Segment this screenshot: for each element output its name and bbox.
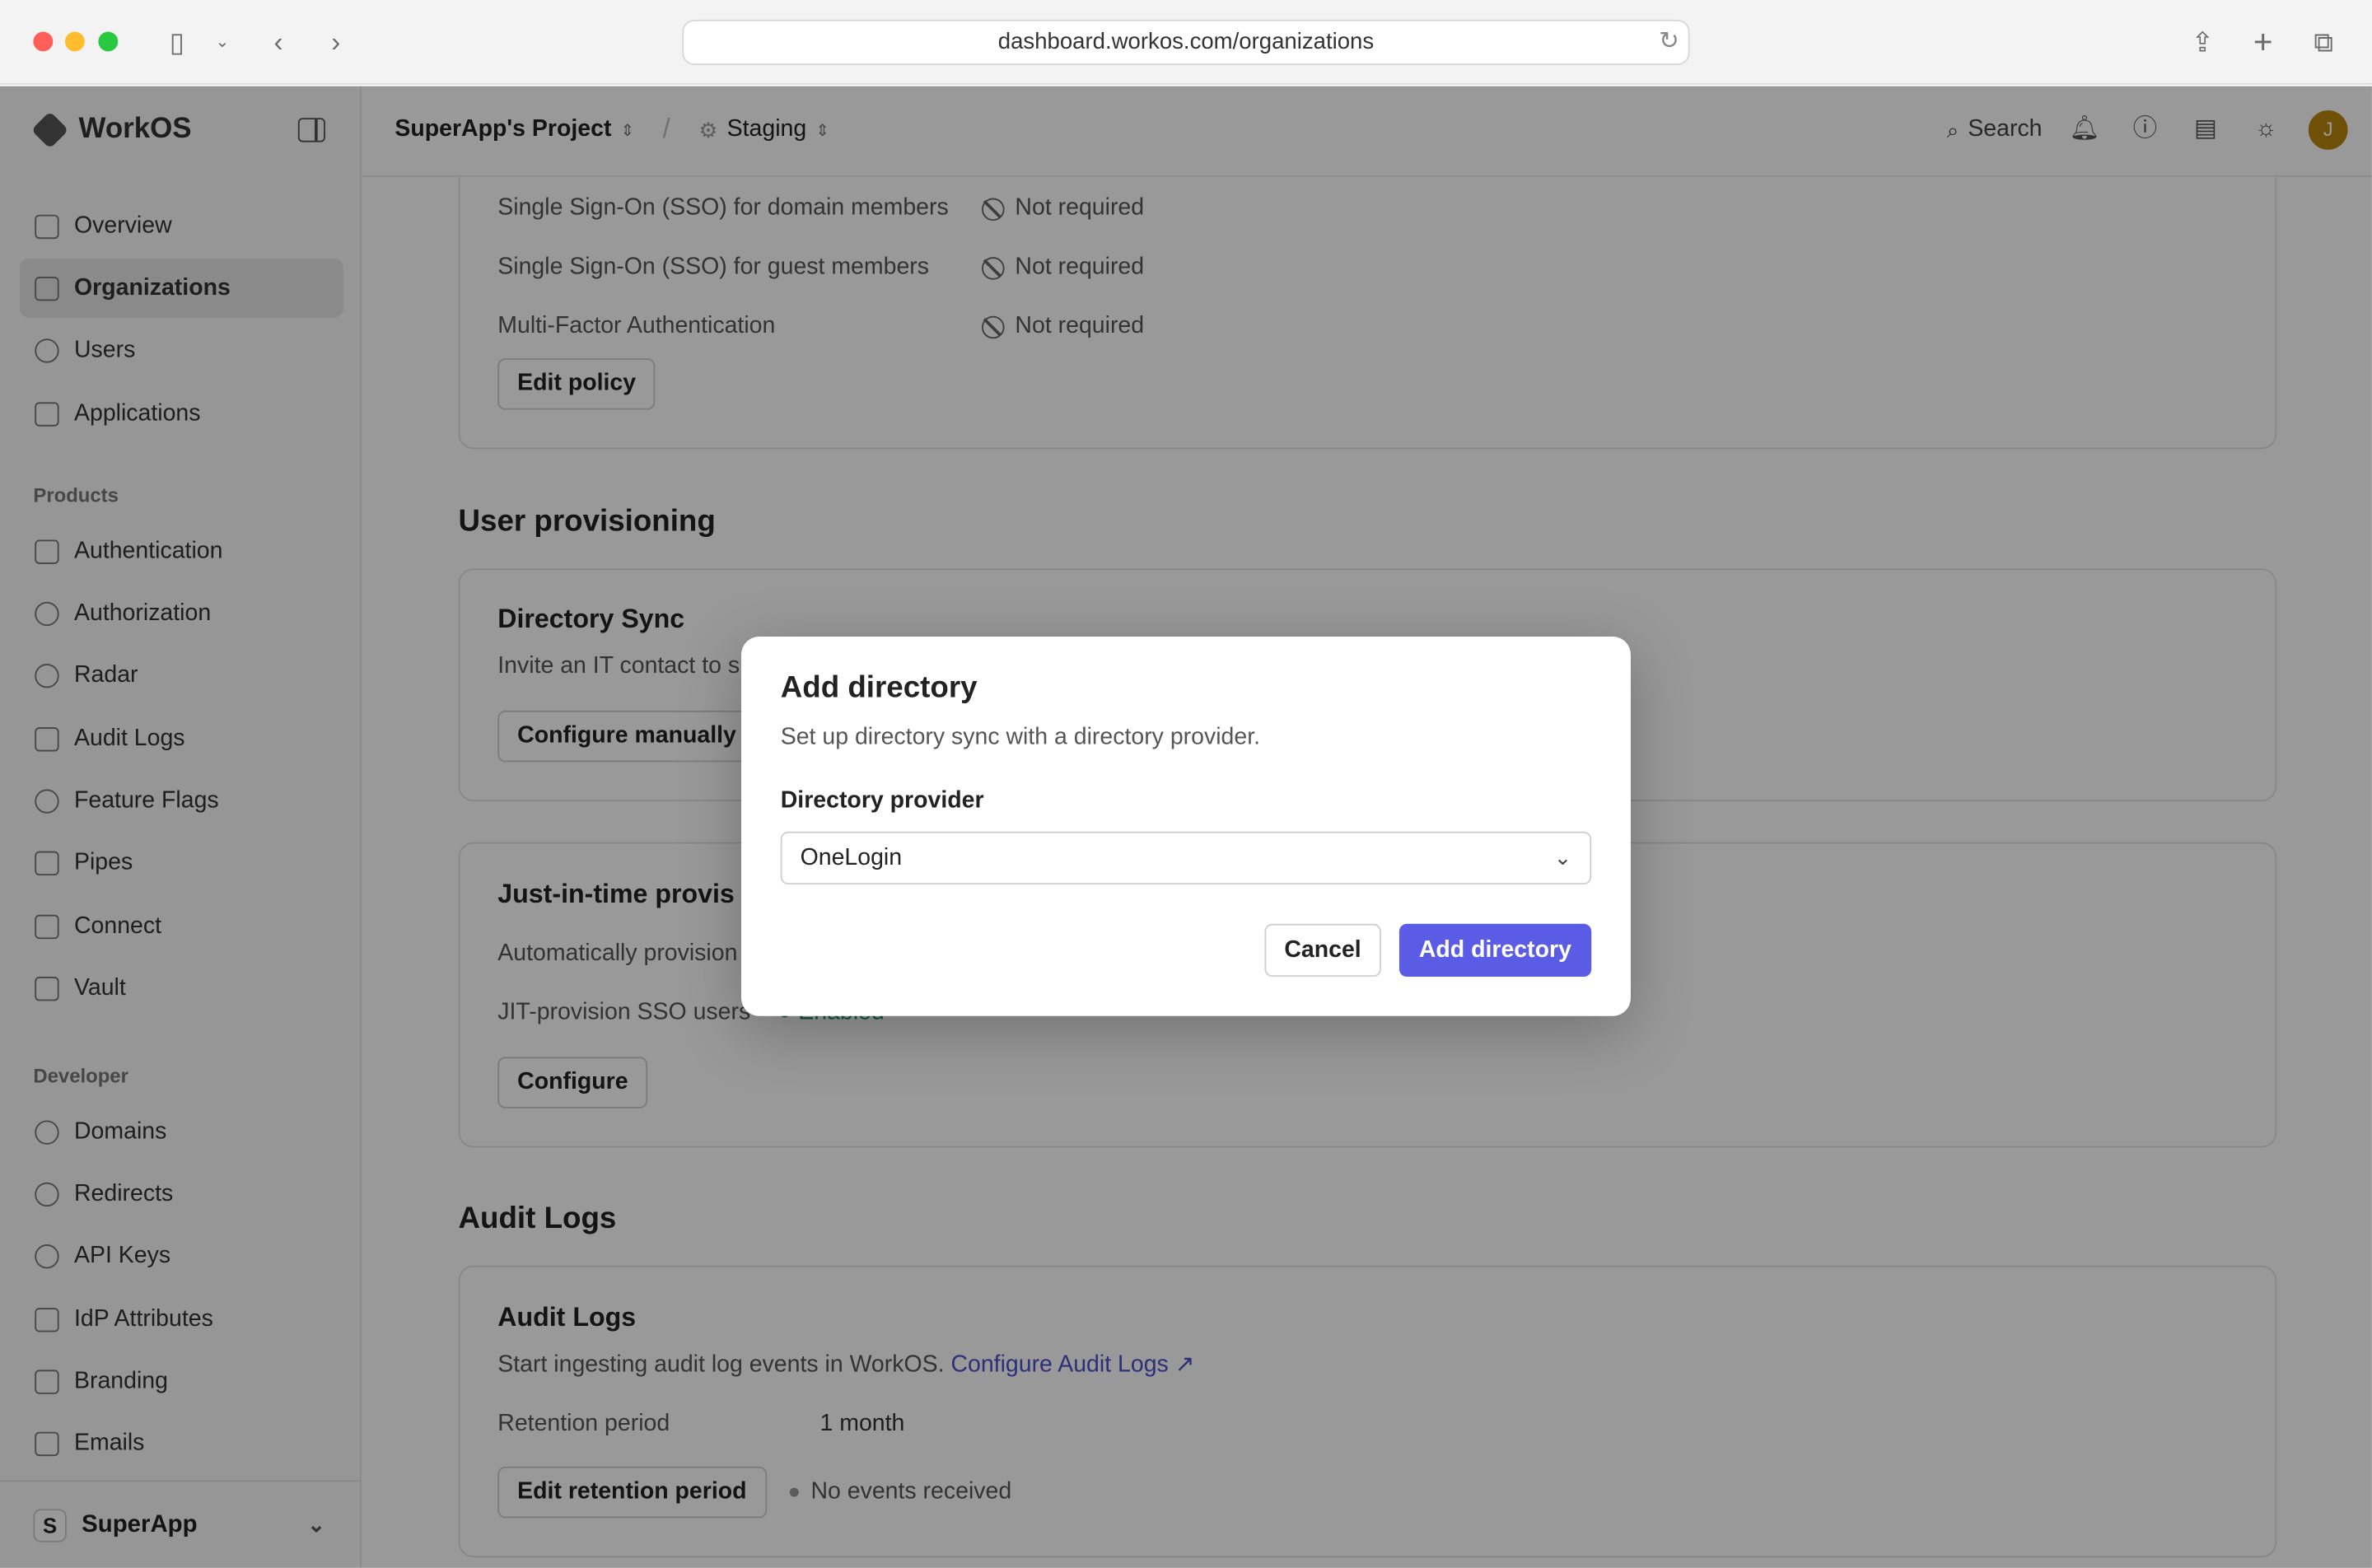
share-icon[interactable]: ⇪ <box>2184 24 2220 60</box>
dialog-description: Set up directory sync with a directory p… <box>780 724 1261 750</box>
close-window-button[interactable] <box>33 31 54 52</box>
directory-provider-label: Directory provider <box>780 787 984 814</box>
new-tab-icon[interactable]: + <box>2245 23 2281 60</box>
dialog-title: Add directory <box>780 671 978 705</box>
address-bar[interactable]: dashboard.workos.com/organizations ↻ <box>682 19 1690 65</box>
selected-provider-value: OneLogin <box>800 845 903 871</box>
sidebar-toggle-icon[interactable]: ▯ <box>159 24 195 60</box>
back-icon[interactable]: ‹ <box>260 24 296 60</box>
app-root: ▯ ⌄ ‹ › dashboard.workos.com/organizatio… <box>0 0 2372 1568</box>
zoom-window-button[interactable] <box>98 31 119 52</box>
directory-provider-select[interactable]: OneLogin ⌄ <box>780 831 1592 885</box>
url-text: dashboard.workos.com/organizations <box>997 28 1375 55</box>
minimize-window-button[interactable] <box>64 31 85 52</box>
browser-toolbar: ▯ ⌄ ‹ › dashboard.workos.com/organizatio… <box>0 0 2372 85</box>
tab-overview-icon[interactable]: ⧉ <box>2305 24 2342 60</box>
forward-icon[interactable]: › <box>318 24 354 60</box>
chevron-down-icon[interactable]: ⌄ <box>204 24 240 60</box>
add-directory-button[interactable]: Add directory <box>1398 923 1591 978</box>
reload-icon[interactable]: ↻ <box>1659 21 1679 63</box>
chevron-down-icon: ⌄ <box>1553 845 1572 870</box>
add-directory-dialog: Add directory Set up directory sync with… <box>740 636 1631 1016</box>
cancel-button[interactable]: Cancel <box>1264 923 1381 978</box>
